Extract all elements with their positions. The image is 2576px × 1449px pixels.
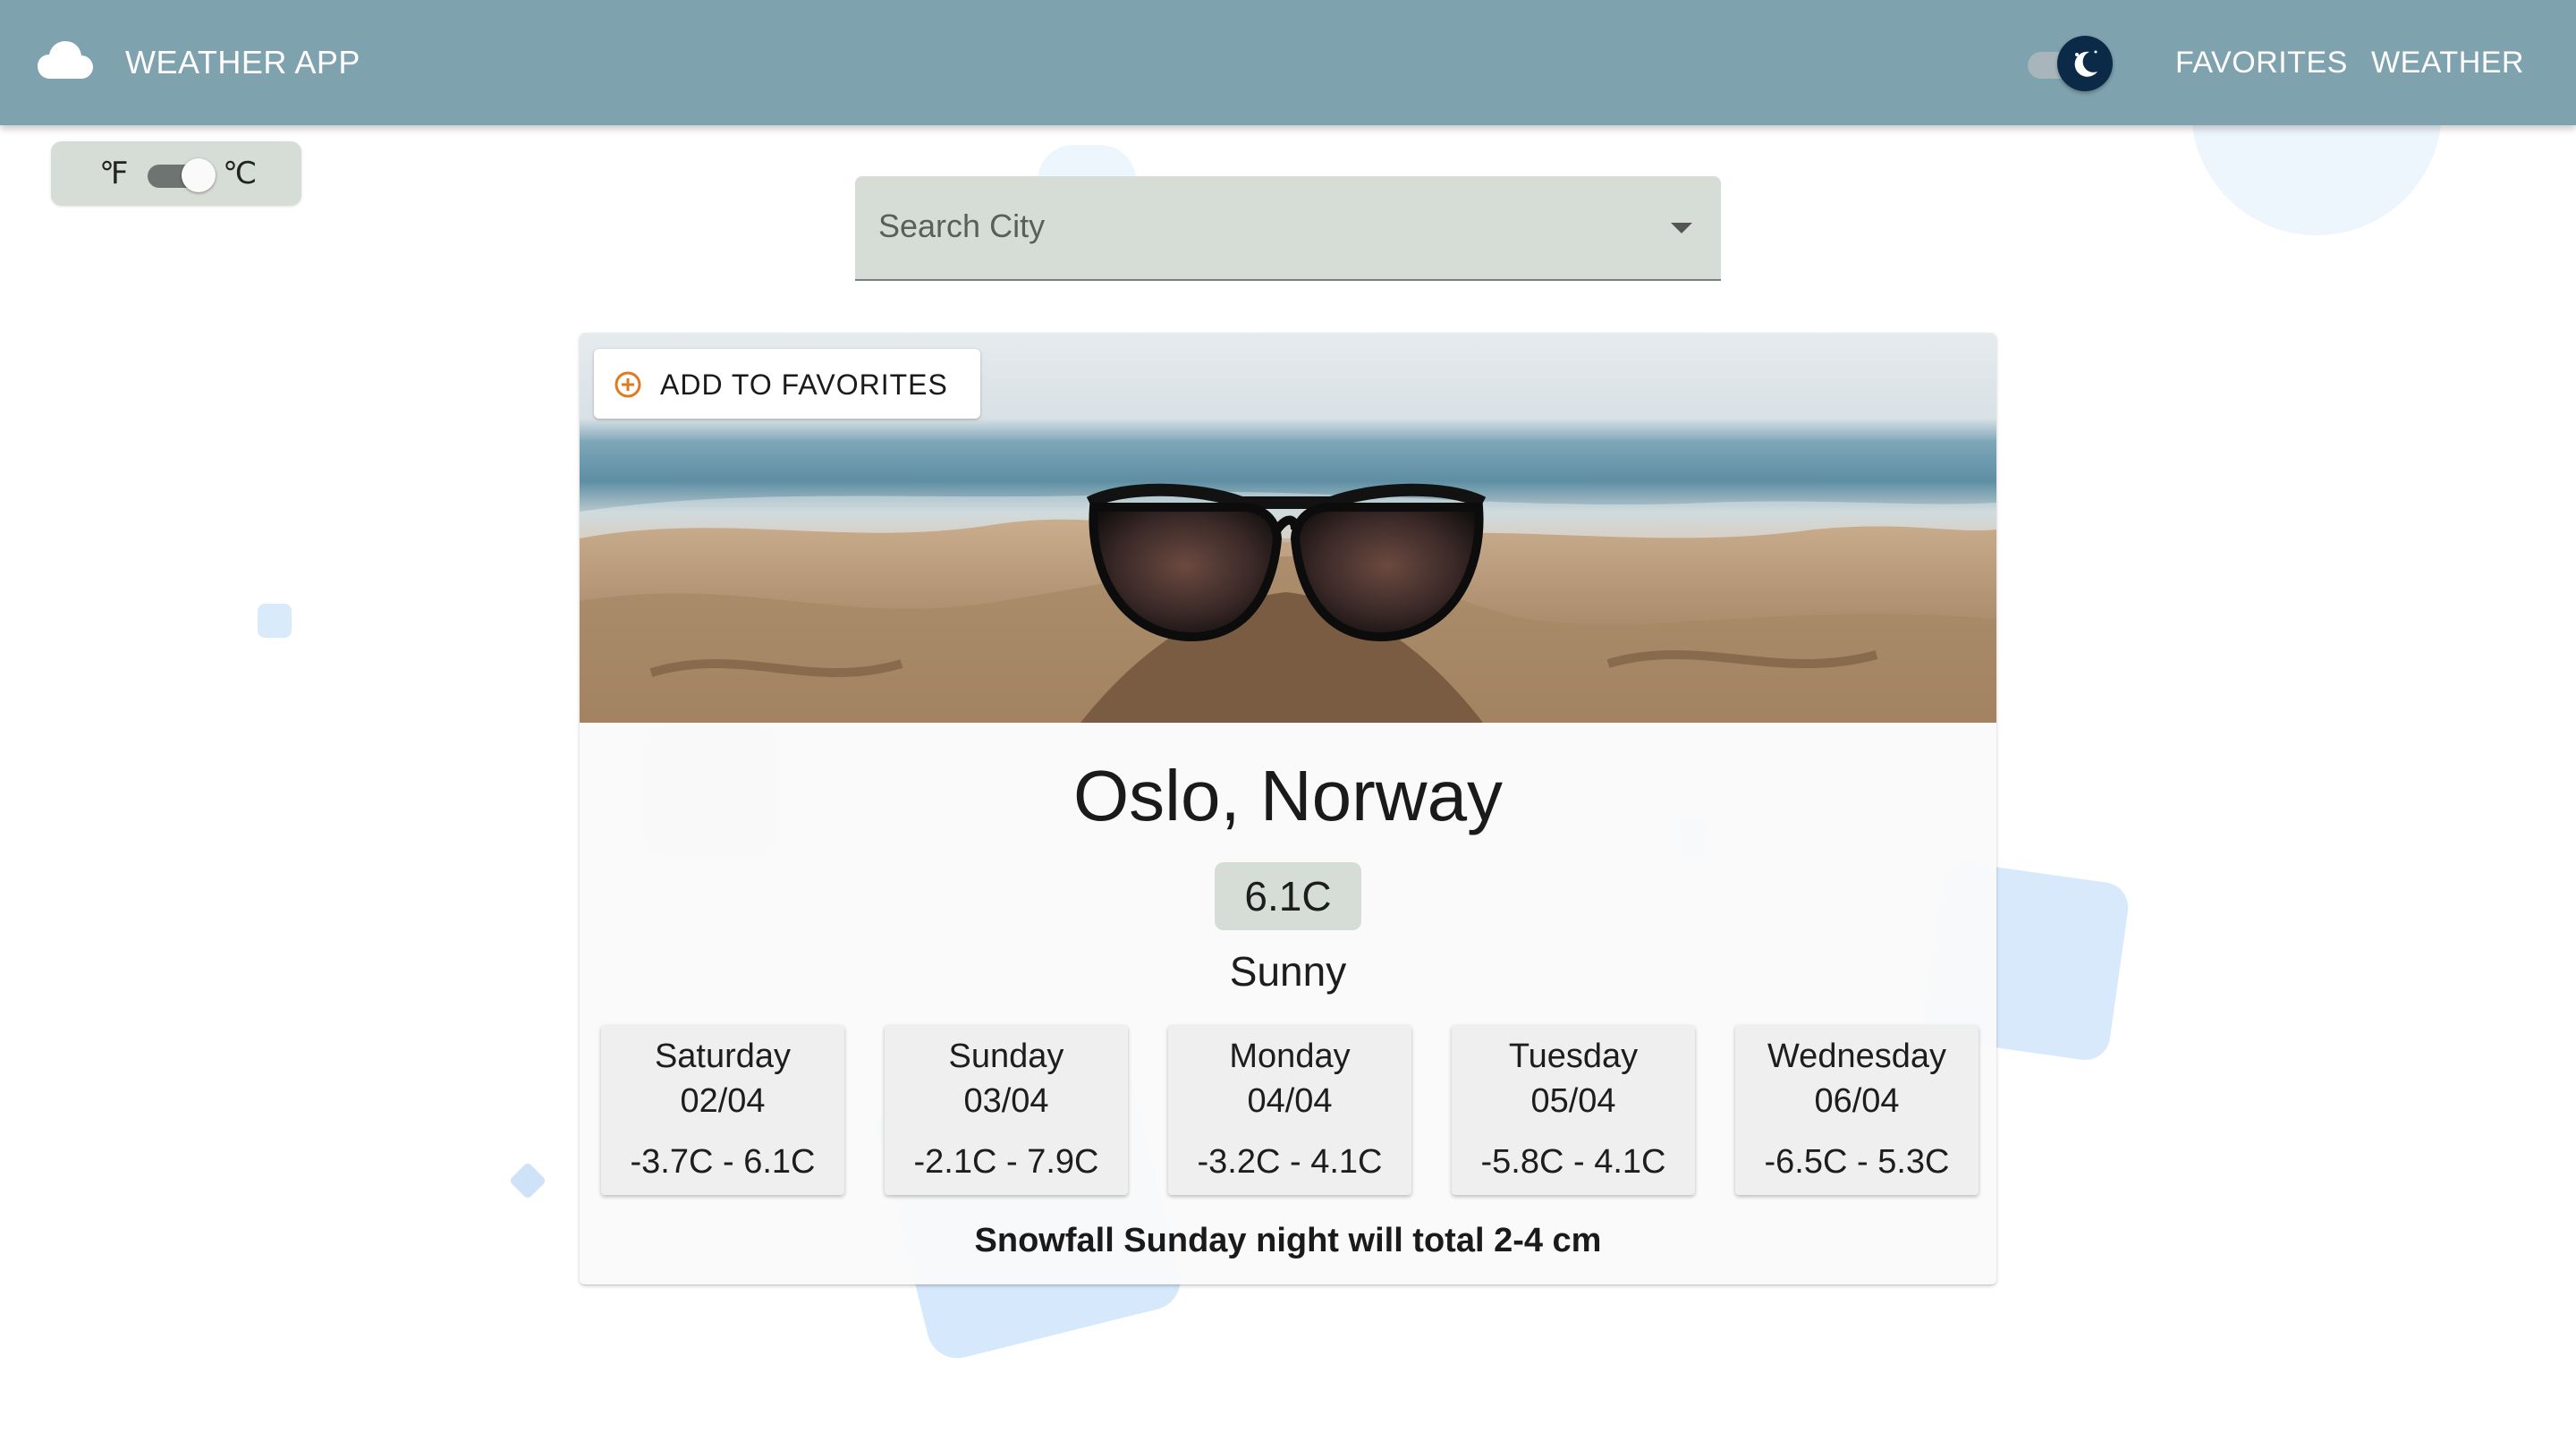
app-title: WEATHER APP <box>125 44 360 80</box>
current-temperature: 6.1C <box>1215 862 1361 930</box>
plus-circle-icon <box>614 370 642 399</box>
forecast-temp-range: -3.7C - 6.1C <box>630 1143 816 1181</box>
forecast-date: 02/04 <box>680 1082 766 1120</box>
forecast-day-name: Tuesday <box>1508 1038 1639 1075</box>
forecast-day-card: Wednesday 06/04 -6.5C - 5.3C <box>1735 1025 1979 1195</box>
celsius-label: ℃ <box>223 157 258 191</box>
forecast-day-name: Monday <box>1229 1038 1351 1075</box>
forecast-temp-range: -2.1C - 7.9C <box>913 1143 1099 1181</box>
add-to-favorites-button[interactable]: ADD TO FAVORITES <box>594 349 980 419</box>
weather-banner-image: ADD TO FAVORITES <box>580 333 1996 723</box>
forecast-day-name: Saturday <box>654 1038 792 1075</box>
weather-card: ADD TO FAVORITES Oslo, Norway 6.1C Sunny… <box>580 333 1996 1284</box>
city-name: Oslo, Norway <box>1072 756 1504 835</box>
forecast-date: 06/04 <box>1814 1082 1900 1120</box>
forecast-date: 05/04 <box>1530 1082 1616 1120</box>
theme-toggle[interactable] <box>2026 36 2115 91</box>
weather-condition: Sunny <box>1229 948 1347 995</box>
switch-thumb <box>182 158 216 192</box>
weather-note: Snowfall Sunday night will total 2-4 cm <box>974 1222 1602 1259</box>
search-city-field <box>855 176 1721 281</box>
background-decoration <box>258 604 292 638</box>
fahrenheit-label: ℉ <box>99 157 129 191</box>
forecast-temp-range: -5.8C - 4.1C <box>1480 1143 1666 1181</box>
add-to-favorites-label: ADD TO FAVORITES <box>660 369 948 401</box>
background-decoration <box>508 1161 547 1200</box>
nav-weather[interactable]: WEATHER <box>2371 39 2524 86</box>
cloud-icon <box>38 39 93 80</box>
app-bar: WEATHER APP FAVORITES WEATHER <box>0 0 2576 125</box>
forecast-day-card: Sunday 03/04 -2.1C - 7.9C <box>885 1025 1128 1195</box>
forecast-temp-range: -3.2C - 4.1C <box>1197 1143 1383 1181</box>
background-decoration <box>1038 145 1136 181</box>
forecast-day-name: Wednesday <box>1767 1038 1946 1075</box>
forecast-day-card: Tuesday 05/04 -5.8C - 4.1C <box>1452 1025 1695 1195</box>
unit-toggle: ℉ ℃ <box>51 141 301 206</box>
chevron-down-icon[interactable] <box>1671 223 1692 233</box>
search-input[interactable] <box>877 201 1610 251</box>
forecast-day-name: Sunday <box>948 1038 1064 1075</box>
forecast-day-card: Saturday 02/04 -3.7C - 6.1C <box>601 1025 844 1195</box>
forecast-date: 03/04 <box>963 1082 1049 1120</box>
forecast-day-card: Monday 04/04 -3.2C - 4.1C <box>1168 1025 1411 1195</box>
nav-favorites[interactable]: FAVORITES <box>2175 39 2348 86</box>
toggle-thumb <box>2057 36 2113 91</box>
forecast-temp-range: -6.5C - 5.3C <box>1764 1143 1950 1181</box>
unit-switch[interactable] <box>148 157 216 192</box>
forecast-date: 04/04 <box>1247 1082 1333 1120</box>
